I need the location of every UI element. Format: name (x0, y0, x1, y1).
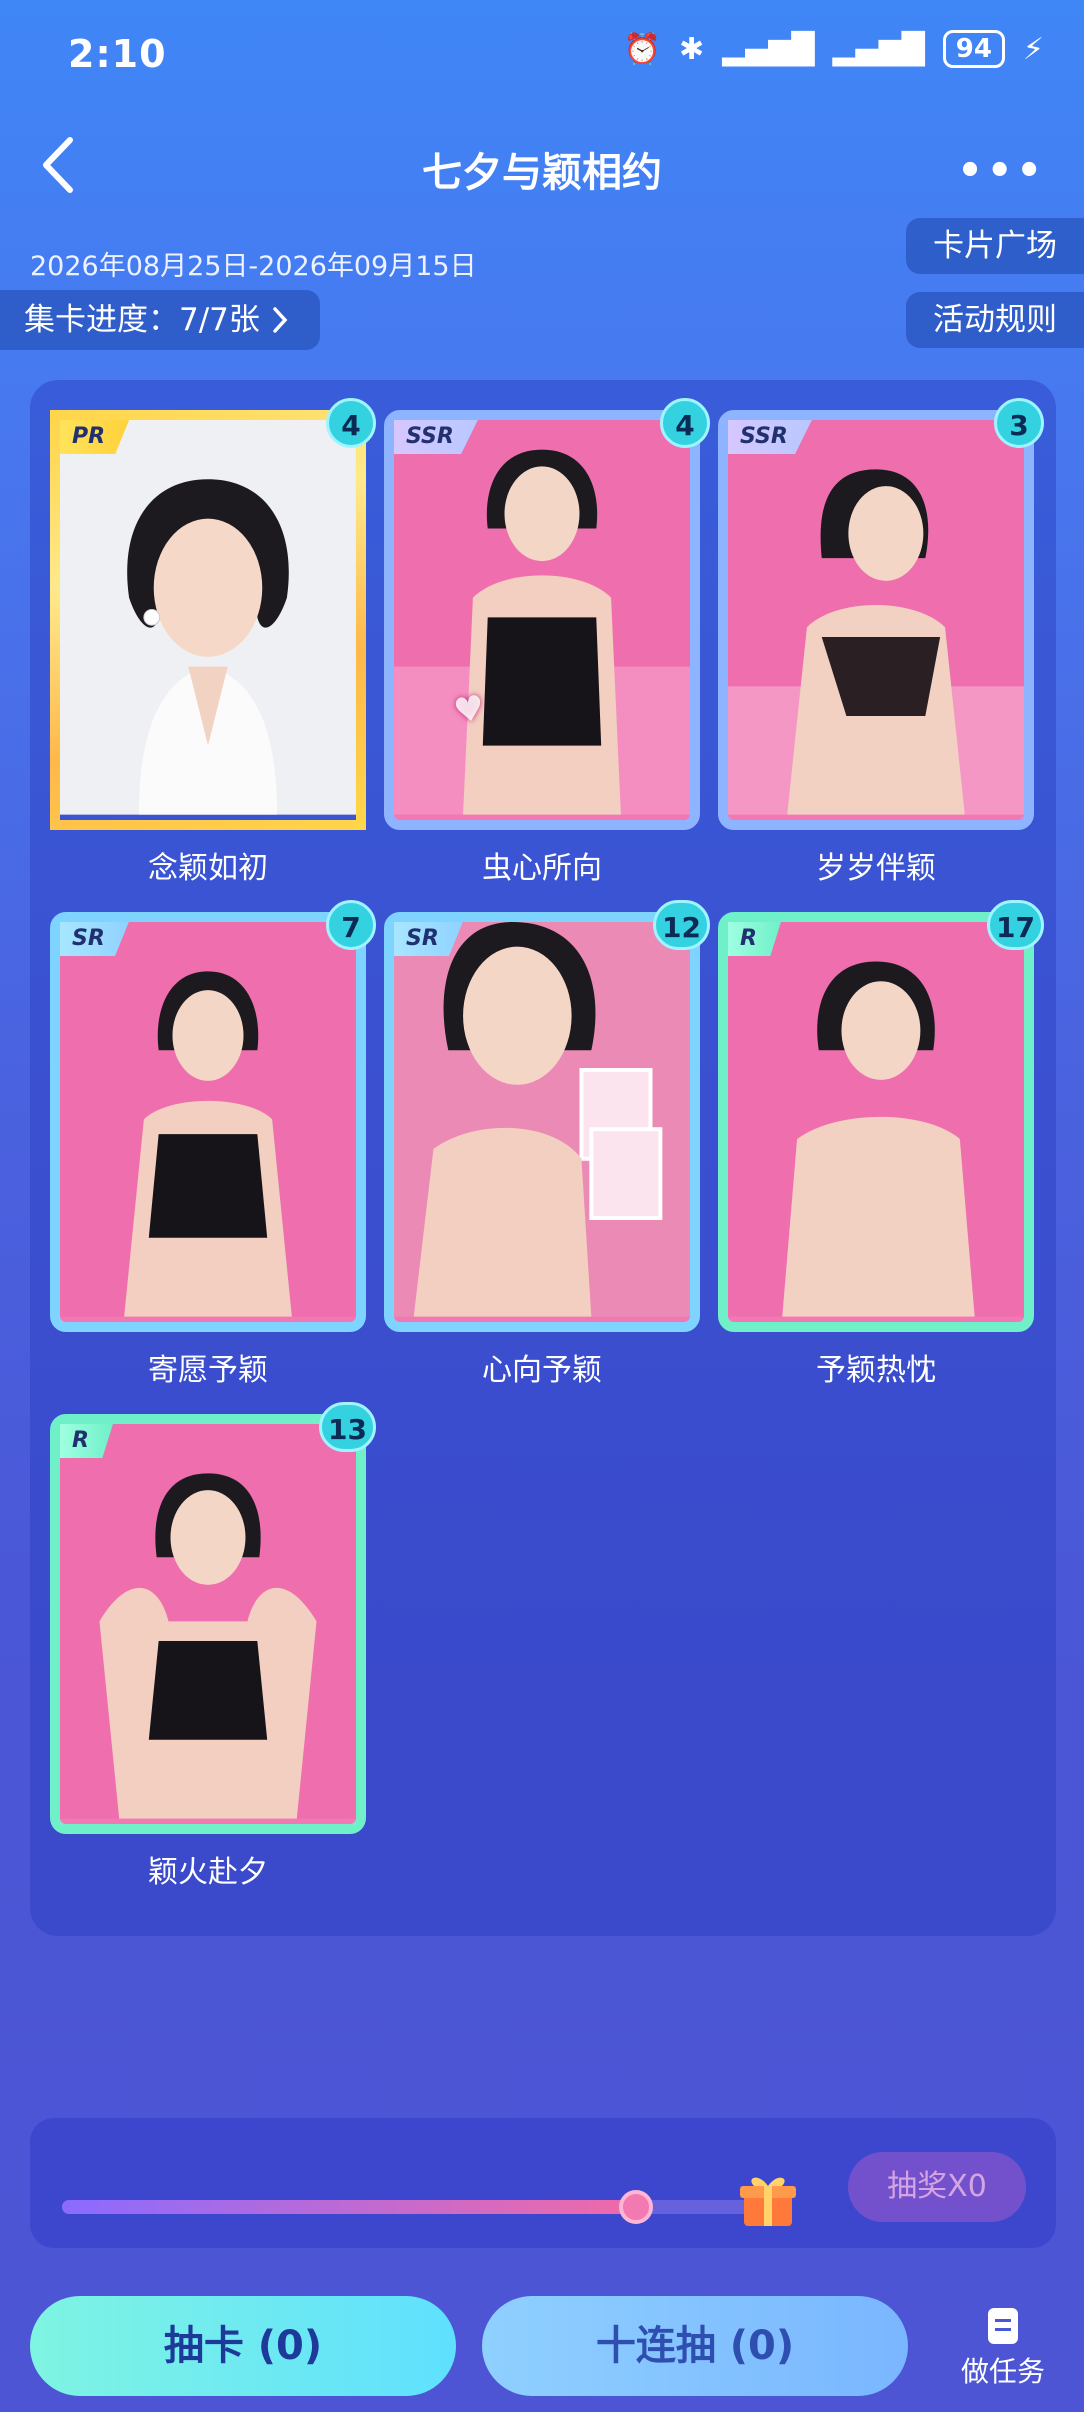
card-portrait-image (728, 420, 1024, 815)
chevron-right-icon (273, 307, 288, 333)
card-frame (384, 912, 700, 1332)
status-time: 2:10 (68, 32, 167, 76)
card-item[interactable]: R 13 (50, 1402, 376, 1834)
card-frame (50, 1414, 366, 1834)
do-task-label: 做任务 (960, 2355, 1045, 2388)
card-portrait-image (394, 922, 690, 1317)
card-item[interactable]: SR 12 (384, 900, 710, 1332)
card-item[interactable]: SR 7 (50, 900, 376, 1332)
card-name: 心向予颖 (482, 1353, 602, 1388)
card-item[interactable]: SSR 3 (718, 398, 1044, 830)
page-title: 七夕与颖相约 (422, 150, 662, 196)
signal-icon-2: ▂▄▆█ (832, 31, 925, 67)
draw-card-button[interactable]: 抽卡 (0) (30, 2296, 456, 2396)
card-frame (718, 912, 1034, 1332)
card-count-badge: 4 (660, 398, 710, 448)
collection-progress-button[interactable]: 集卡进度：7/7张 (0, 290, 320, 350)
signal-icon: ▂▄▆█ (722, 31, 815, 67)
card-count-badge: 4 (326, 398, 376, 448)
card-plaza-button[interactable]: 卡片广场 (906, 218, 1084, 274)
card-count-badge: 7 (326, 900, 376, 950)
activity-rules-button[interactable]: 活动规则 (906, 292, 1084, 348)
more-button[interactable]: ••• (957, 148, 1046, 194)
card-name: 虫心所向 (482, 851, 602, 886)
card-item[interactable]: R 17 (718, 900, 1044, 1332)
task-list-icon (988, 2308, 1018, 2344)
lottery-button[interactable]: 抽奖X0 (848, 2152, 1026, 2222)
more-dots-icon: ••• (957, 148, 1046, 194)
card-name: 予颖热忱 (816, 1353, 936, 1388)
ten-draw-button[interactable]: 十连抽 (0) (482, 2296, 908, 2396)
card-count-badge: 12 (653, 900, 710, 950)
card-item[interactable]: PR 4 (50, 398, 376, 830)
card-frame (50, 410, 366, 830)
alarm-icon: ⏰ (623, 31, 661, 67)
card-portrait-image (60, 1424, 356, 1819)
collection-progress-label: 集卡进度：7/7张 (24, 302, 260, 338)
card-portrait-image (394, 420, 690, 815)
card-count-badge: 13 (319, 1402, 376, 1452)
do-task-button[interactable]: 做任务 (948, 2308, 1058, 2390)
card-frame (50, 912, 366, 1332)
status-icons: ⏰ ✱ ▂▄▆█ ▂▄▆█ 94 ⚡ (624, 30, 1044, 68)
card-name: 寄愿予颖 (148, 1353, 268, 1388)
reward-progress-knob (619, 2190, 653, 2224)
card-name: 颖火赴夕 (148, 1855, 268, 1890)
card-name: 岁岁伴颖 (816, 851, 936, 886)
card-name: 念颖如初 (148, 851, 268, 886)
card-frame (718, 410, 1034, 830)
card-count-badge: 17 (987, 900, 1044, 950)
reward-progress-fill (62, 2200, 636, 2214)
gift-icon[interactable] (738, 2170, 798, 2230)
charging-icon: ⚡ (1022, 31, 1044, 67)
battery-indicator: 94 (942, 30, 1005, 68)
card-frame: ♥ (384, 410, 700, 830)
bluetooth-icon: ✱ (679, 31, 705, 67)
card-portrait-image (60, 420, 356, 815)
card-portrait-image (728, 922, 1024, 1317)
card-item[interactable]: ♥ SSR 4 (384, 398, 710, 830)
card-count-badge: 3 (994, 398, 1044, 448)
card-portrait-image (60, 922, 356, 1317)
event-date-range: 2026年08月25日-2026年09月15日 (30, 251, 477, 282)
